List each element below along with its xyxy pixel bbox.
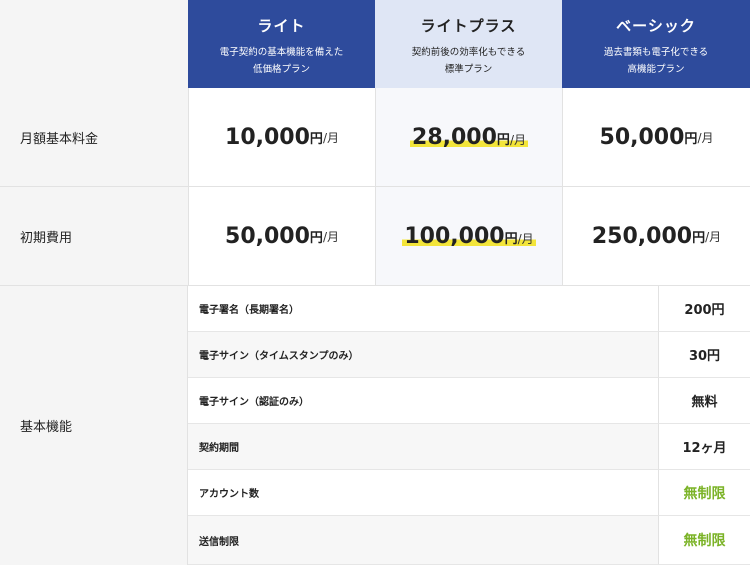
feature-value: 12ヶ月 [658,424,750,470]
price-value: 250,000 [591,223,693,249]
yen-unit: 円 [309,131,323,147]
yen-unit: 円 [496,132,510,148]
row-label-features: 基本機能 [0,286,188,565]
highlight-mark: 28,000円/月 [410,124,528,150]
price-value: 50,000 [225,223,310,249]
per-month-unit: /月 [509,132,526,147]
price-cell-initial-lite: 50,000 円/月 [188,187,375,286]
per-month-unit: /月 [517,231,534,246]
per-month-unit: /月 [705,229,722,244]
feature-name: 電子署名（長期署名） [188,286,658,332]
feature-value: 無料 [658,378,750,424]
plan-desc-line1: 電子契約の基本機能を備えた [219,47,344,58]
feature-value: 200円 [658,286,750,332]
plan-desc-line2: 高機能プラン [627,64,685,75]
plan-name: ライト [257,17,306,35]
yen-unit: 円 [309,230,323,246]
feature-name: 送信制限 [188,516,658,565]
price-cell-initial-basic: 250,000 円/月 [562,187,750,286]
feature-name: 電子サイン（タイムスタンプのみ） [188,332,658,378]
price-cell-monthly-lite-plus: 28,000円/月 [375,88,562,187]
row-label-initial: 初期費用 [0,187,188,286]
per-month-unit: /月 [697,130,714,145]
plan-header-lite-plus: ライトプラス 契約前後の効率化もできる 標準プラン [375,0,562,88]
per-month-unit: /月 [322,130,339,145]
table-corner [0,0,188,88]
feature-name: 電子サイン（認証のみ） [188,378,658,424]
feature-name: 契約期間 [188,424,658,470]
feature-value: 30円 [658,332,750,378]
yen-unit: 円 [692,230,706,246]
plan-header-lite: ライト 電子契約の基本機能を備えた 低価格プラン [188,0,375,88]
price-value: 100,000 [404,223,505,249]
plan-name: ライトプラス [420,17,517,35]
feature-value-unlimited: 無制限 [658,470,750,516]
plan-desc-line2: 低価格プラン [252,64,310,75]
plan-desc-line2: 標準プラン [444,64,493,75]
row-label-monthly: 月額基本料金 [0,88,188,187]
price-cell-monthly-lite: 10,000 円/月 [188,88,375,187]
feature-value-unlimited: 無制限 [658,516,750,565]
price-cell-initial-lite-plus: 100,000円/月 [375,187,562,286]
plan-desc-line1: 契約前後の効率化もできる [411,47,526,58]
yen-unit: 円 [504,231,518,247]
plan-header-basic: ベーシック 過去書類も電子化できる 高機能プラン [562,0,750,88]
price-value: 50,000 [599,124,685,150]
price-value: 10,000 [225,124,310,150]
per-month-unit: /月 [322,229,339,244]
feature-name: アカウント数 [188,470,658,516]
yen-unit: 円 [684,131,698,147]
plan-name: ベーシック [616,17,696,35]
price-cell-monthly-basic: 50,000 円/月 [562,88,750,187]
plan-desc-line1: 過去書類も電子化できる [603,47,709,58]
price-value: 28,000 [412,124,497,150]
highlight-mark: 100,000円/月 [402,223,536,249]
